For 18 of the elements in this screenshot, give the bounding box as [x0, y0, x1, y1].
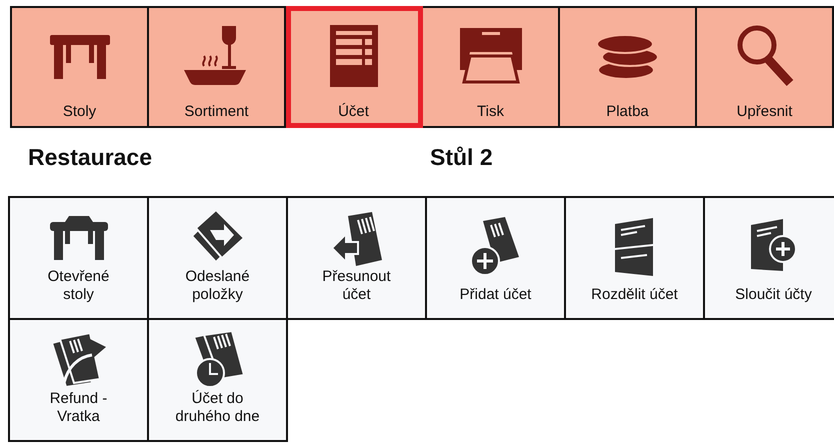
- search-icon: [734, 22, 794, 88]
- bill-icon: [328, 22, 380, 88]
- toolbar-tab[interactable]: Tisk: [423, 6, 560, 128]
- action-button[interactable]: Přidat účet: [425, 196, 566, 320]
- toolbar-tab[interactable]: Stoly: [10, 6, 149, 128]
- action-button[interactable]: Sloučit účty: [703, 196, 834, 320]
- action-button[interactable]: Účet do druhého dne: [147, 318, 288, 442]
- action-button[interactable]: Refund - Vratka: [8, 318, 149, 442]
- toolbar-tab[interactable]: Platba: [560, 6, 697, 128]
- action-button[interactable]: Odeslané položky: [147, 196, 288, 320]
- toolbar-tab[interactable]: Upřesnit: [697, 6, 834, 128]
- action-button[interactable]: Otevřené stoly: [8, 196, 149, 320]
- section-title: Restaurace: [28, 144, 152, 170]
- action-button[interactable]: Rozdělit účet: [564, 196, 705, 320]
- table-title: Stůl 2: [430, 144, 493, 170]
- toolbar-tab[interactable]: Sortiment: [149, 6, 286, 128]
- toolbar-tab[interactable]: Účet: [286, 6, 423, 128]
- action-button[interactable]: Přesunout účet: [286, 196, 427, 320]
